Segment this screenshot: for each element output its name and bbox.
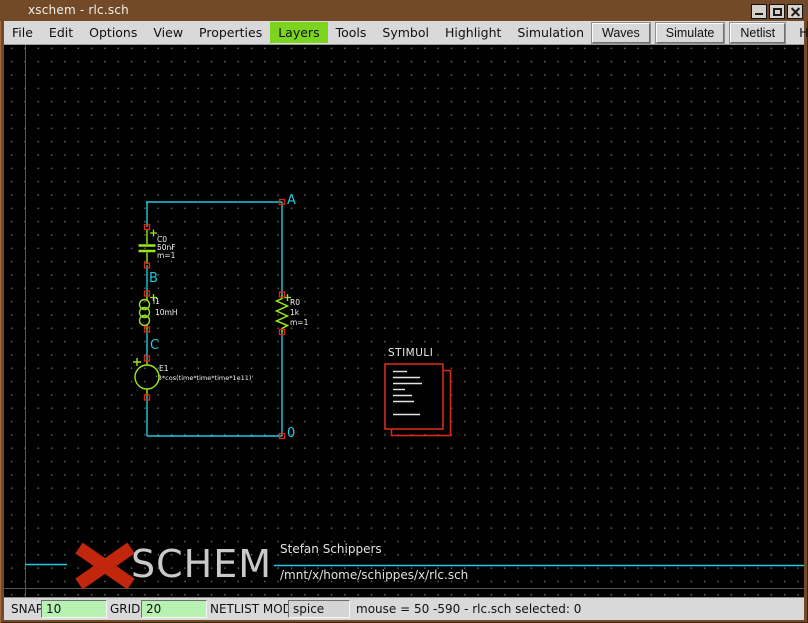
status-message: mouse = 50 -590 - rlc.sch selected: 0 (356, 602, 581, 616)
origin-axes (4, 45, 804, 597)
window-title: xschem - rlc.sch (28, 3, 129, 17)
netlist-mode-input[interactable] (288, 600, 350, 618)
resistor-mult: m=1 (290, 319, 308, 327)
menu-view[interactable]: View (145, 22, 191, 43)
statusbar: SNAP: GRID: NETLIST MODE: mouse = 50 -59… (4, 597, 804, 620)
component-resistor-r0[interactable] (277, 294, 292, 332)
menu-help[interactable]: Help (791, 22, 808, 43)
menu-options[interactable]: Options (81, 22, 145, 43)
plus-polarity-icon (133, 358, 141, 366)
inductor-ref: l1 (153, 298, 160, 306)
net-label-gnd[interactable]: 0 (287, 427, 295, 440)
logo-schem-text: SCHEM (131, 542, 272, 586)
schematic-graphics (4, 45, 804, 597)
window-controls (751, 4, 803, 19)
menu-layers[interactable]: Layers (270, 22, 327, 43)
stimuli-front-sheet (385, 364, 443, 429)
minimize-button[interactable] (751, 4, 767, 19)
net-label-c[interactable]: C (150, 339, 159, 352)
title-block-path: /mnt/x/home/schippes/x/rlc.sch (280, 568, 468, 582)
resistor-ref: R0 (290, 299, 300, 307)
schematic-canvas[interactable]: A B C 0 C0 50nF m=1 l1 10mH E1 '3*cos(ti… (4, 45, 804, 597)
net-label-b[interactable]: B (149, 272, 158, 285)
menu-edit[interactable]: Edit (41, 22, 81, 43)
titlebar[interactable]: xschem - rlc.sch (0, 0, 808, 21)
stimuli-caption: STIMULI (388, 347, 433, 359)
net-label-a[interactable]: A (287, 194, 296, 207)
grid-input[interactable] (141, 600, 207, 618)
simulate-button[interactable]: Simulate (656, 23, 725, 43)
menu-properties[interactable]: Properties (191, 22, 270, 43)
maximize-icon (773, 8, 782, 16)
menubar: File Edit Options View Properties Layers… (4, 21, 804, 45)
component-capacitor-c0[interactable] (139, 229, 158, 264)
source-value: '3*cos(time*time*time*1e11)' (156, 375, 253, 382)
plus-polarity-icon (150, 230, 157, 237)
inductor-value: 10mH (155, 309, 178, 317)
source-ref: E1 (159, 365, 169, 373)
waves-button[interactable]: Waves (592, 23, 650, 43)
resistor-value: 1k (290, 309, 299, 317)
netlist-button[interactable]: Netlist (730, 23, 785, 43)
capacitor-mult: m=1 (157, 252, 175, 260)
minimize-icon (755, 13, 763, 15)
title-block-author: Stefan Schippers (280, 542, 382, 556)
menu-simulation[interactable]: Simulation (509, 22, 592, 43)
close-button[interactable] (787, 4, 803, 19)
maximize-button[interactable] (769, 4, 785, 19)
grid-label: GRID: (110, 602, 144, 616)
menu-symbol[interactable]: Symbol (374, 22, 437, 43)
menu-highlight[interactable]: Highlight (437, 22, 509, 43)
menu-tools[interactable]: Tools (328, 22, 375, 43)
snap-input[interactable] (41, 600, 107, 618)
stimuli-launcher[interactable] (385, 364, 451, 436)
xschem-window: xschem - rlc.sch File Edit Options View … (0, 0, 808, 623)
menu-file[interactable]: File (4, 22, 41, 43)
